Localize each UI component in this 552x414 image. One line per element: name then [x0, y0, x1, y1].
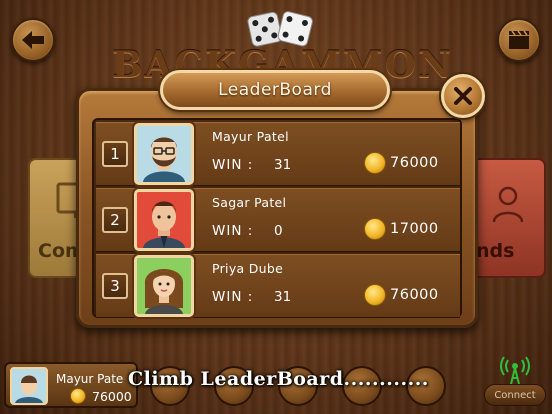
avatar — [134, 189, 194, 251]
back-arrow-icon — [22, 31, 44, 49]
coin-count: 17000 — [390, 221, 439, 237]
friends-icon — [492, 186, 524, 223]
win-count: 31 — [274, 157, 292, 173]
leaderboard-row: 3 Priya Dube WIN : 31 76000 — [96, 254, 460, 318]
antenna-icon — [500, 356, 530, 385]
coin-icon — [70, 388, 86, 404]
player-name: Sagar Patel — [212, 195, 287, 210]
my-profile-card[interactable]: Mayur Pate 76000 — [4, 362, 138, 408]
coin-icon — [364, 152, 386, 174]
connect-label: Connect — [484, 384, 546, 406]
player-name: Priya Dube — [212, 261, 284, 276]
win-label: WIN : — [212, 157, 254, 173]
leaderboard-title-text: LeaderBoard — [218, 80, 332, 100]
win-count: 31 — [274, 289, 292, 305]
win-label: WIN : — [212, 289, 254, 305]
leaderboard-row: 1 Mayur Patel WIN : 31 76000 — [96, 122, 460, 186]
rank-badge: 2 — [102, 207, 128, 233]
rank-badge: 1 — [102, 141, 128, 167]
my-name: Mayur Pate — [56, 372, 124, 386]
male-avatar-icon — [12, 369, 46, 403]
promo-caption: Climb LeaderBoard............ — [128, 368, 429, 390]
avatar — [134, 255, 194, 317]
leaderboard-title: LeaderBoard — [160, 70, 390, 110]
connect-button[interactable]: Connect — [484, 356, 546, 410]
male-avatar-icon — [137, 126, 191, 182]
coin-icon — [364, 284, 386, 306]
male-avatar-icon — [137, 192, 191, 248]
back-button[interactable] — [11, 18, 55, 62]
female-avatar-icon — [137, 258, 191, 314]
win-count: 0 — [274, 223, 283, 239]
win-label: WIN : — [212, 223, 254, 239]
close-button[interactable] — [441, 74, 485, 118]
coin-count: 76000 — [390, 287, 439, 303]
coin-count: 76000 — [390, 155, 439, 171]
my-coin-count: 76000 — [92, 389, 132, 404]
video-icon — [509, 30, 529, 49]
video-button[interactable] — [497, 18, 541, 62]
friends-mode-label: nds — [476, 240, 515, 262]
close-icon — [454, 87, 472, 105]
avatar — [134, 123, 194, 185]
leaderboard-row: 2 Sagar Patel WIN : 0 17000 — [96, 188, 460, 252]
rank-badge: 3 — [102, 273, 128, 299]
my-avatar — [10, 367, 48, 405]
coin-icon — [364, 218, 386, 240]
player-name: Mayur Patel — [212, 129, 289, 144]
